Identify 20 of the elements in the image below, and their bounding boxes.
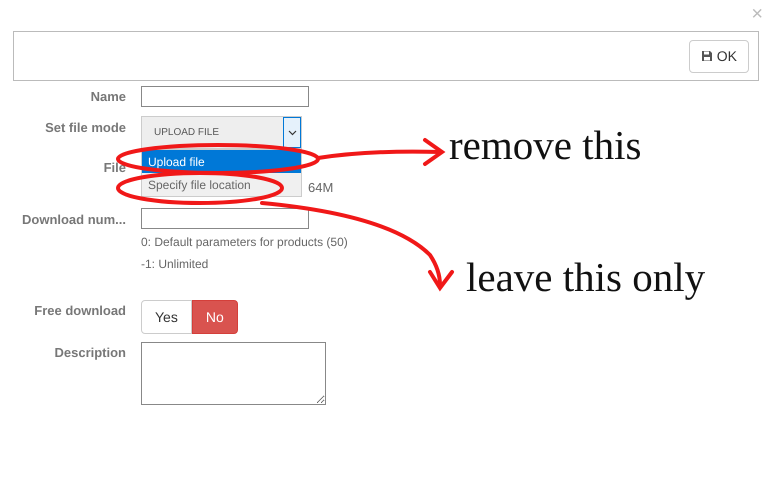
save-icon [700,50,713,62]
help-text: 0: Default parameters for products (50) [141,234,348,251]
help-text: -1: Unlimited [141,256,210,273]
download-number-field[interactable] [141,208,309,229]
name-field[interactable] [141,86,309,107]
field-label: Description [54,344,126,362]
toggle-option[interactable]: No [192,300,238,334]
mode-select[interactable]: UPLOAD FILE [141,116,302,149]
field-label: Download num... [22,211,126,229]
annotation-text: leave this only [466,253,706,302]
field-label: Free download [34,302,126,320]
toggle-option[interactable]: Yes [141,300,192,334]
field-label: Set file mode [45,119,126,137]
chevron-down-icon [288,130,296,136]
annotation-text: remove this [449,121,642,170]
field-label: Name [90,88,126,106]
field-label: File [104,159,126,177]
description-field[interactable] [141,342,326,405]
file-size-note: 64M [308,178,334,196]
ok-button[interactable]: OK [688,40,749,72]
